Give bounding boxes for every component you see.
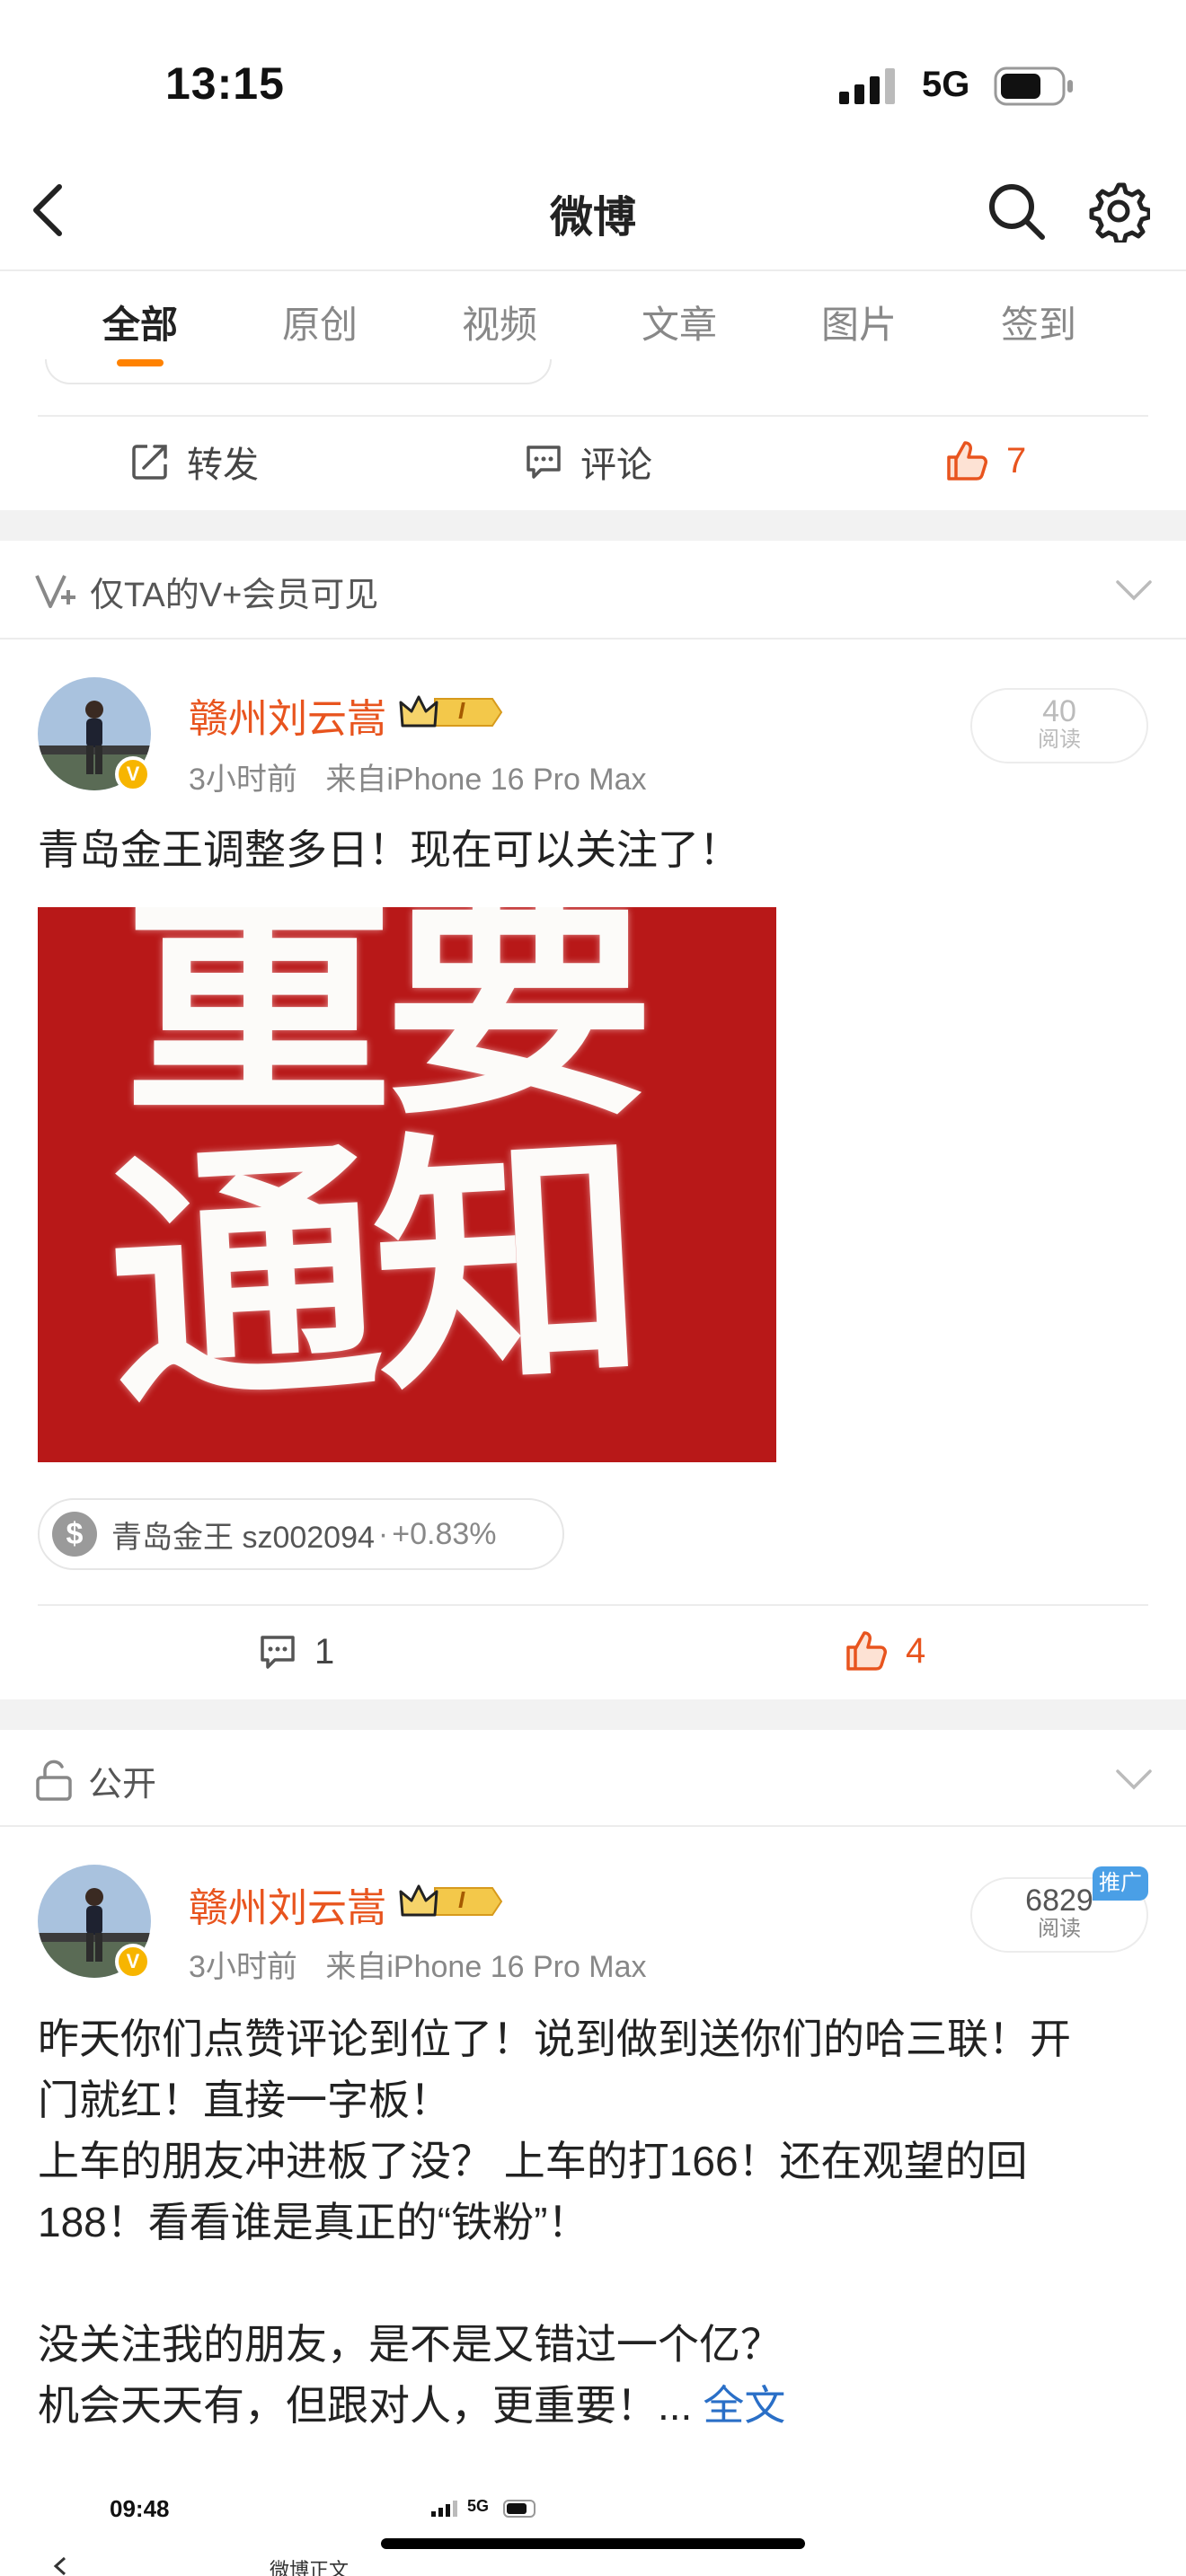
chevron-down-icon[interactable] — [1114, 578, 1154, 602]
scrolled-card-edge — [45, 359, 552, 384]
post-source: 来自iPhone 16 Pro Max — [325, 763, 647, 797]
visibility-label: 公开 — [88, 1765, 157, 1804]
comment-count: 1 — [314, 1631, 335, 1672]
status-time: 13:15 — [165, 58, 285, 109]
username[interactable]: 赣州刘云嵩 — [189, 1875, 386, 1933]
thumbs-up-icon — [846, 1631, 887, 1671]
post-line: 188！看看谁是真正的“铁粉”！ — [38, 2199, 589, 2245]
visibility-row: 仅TA的V+会员可见 — [34, 566, 378, 616]
tab-original[interactable]: 原创 — [266, 295, 374, 349]
tab-video[interactable]: 视频 — [446, 295, 553, 349]
crown-icon — [399, 695, 503, 728]
network-type: 5G — [922, 65, 970, 104]
like-count: 4 — [906, 1630, 926, 1671]
stock-change: +0.83% — [392, 1516, 497, 1551]
post-line: 机会天天有，但跟对人，更重要！... 全文 — [38, 2382, 786, 2429]
home-indicator[interactable] — [381, 2538, 805, 2549]
post-line: 门就红！直接一字板！ — [38, 2077, 451, 2123]
post-image[interactable]: 重要 通知 — [38, 907, 776, 1462]
comment-icon — [261, 1636, 295, 1669]
crown-icon — [399, 1884, 503, 1917]
divider — [38, 1604, 1148, 1606]
level-number: I — [458, 1886, 465, 1913]
post-line: 上车的朋友冲进板了没？ 上车的打166！还在观望的回 — [38, 2138, 1028, 2184]
visibility-label: 仅TA的V+会员可见 — [90, 576, 379, 614]
repost-button[interactable]: 转发 — [131, 438, 259, 485]
post-time: 3小时前 — [189, 1950, 297, 1984]
member-level-badge[interactable]: I — [399, 1881, 503, 1922]
username[interactable]: 赣州刘云嵩 — [189, 686, 386, 744]
tab-article[interactable]: 文章 — [625, 295, 733, 349]
post-line: 昨天你们点赞评论到位了！说到做到送你们的哈三联！开 — [38, 2016, 1071, 2062]
comment-button[interactable]: 1 — [259, 1628, 334, 1676]
stock-name: 青岛金王 sz002094 — [111, 1520, 375, 1555]
vplus-icon — [35, 575, 75, 608]
divider — [0, 638, 1186, 640]
image-text-line2: 通知 — [102, 1100, 646, 1442]
tab-image[interactable]: 图片 — [805, 295, 913, 349]
thumbs-up-icon — [947, 441, 987, 481]
post-meta: 3小时前 来自iPhone 16 Pro Max — [189, 1942, 647, 1986]
promo-badge: 推广 — [1093, 1866, 1148, 1901]
cellular-signal-icon — [839, 68, 895, 104]
read-count-box: 40 阅读 — [970, 688, 1148, 763]
gear-icon[interactable] — [1087, 180, 1150, 243]
embedded-status-time: 09:48 — [110, 2495, 170, 2522]
repost-icon — [132, 445, 167, 480]
divider — [0, 1825, 1186, 1827]
post-time: 3小时前 — [189, 763, 297, 797]
embedded-title: 微博正文 — [270, 2559, 350, 2576]
read-count: 40 — [1042, 694, 1076, 728]
comment-button[interactable]: 评论 — [525, 438, 652, 485]
comment-icon — [527, 446, 561, 479]
post-line: 没关注我的朋友，是不是又错过一个亿？ — [38, 2321, 782, 2368]
embedded-back-icon — [53, 2556, 66, 2576]
member-level-badge[interactable]: I — [399, 692, 503, 733]
level-number: I — [458, 697, 465, 724]
search-icon[interactable] — [985, 180, 1048, 243]
read-label: 阅读 — [1038, 1917, 1081, 1941]
embedded-network: 5G — [467, 2497, 490, 2515]
repost-label: 转发 — [187, 446, 259, 485]
like-button[interactable]: 4 — [845, 1626, 925, 1676]
stock-tag[interactable]: $ 青岛金王 sz002094 · +0.83% — [38, 1498, 564, 1570]
section-gap — [0, 510, 1186, 541]
comment-label: 评论 — [580, 446, 652, 485]
post-text: 青岛金王调整多日！现在可以关注了！ — [38, 826, 740, 873]
visibility-row: 公开 — [34, 1755, 156, 1805]
verified-badge-icon: V — [115, 1944, 151, 1980]
post-line — [38, 2253, 1152, 2314]
unlock-icon — [36, 1760, 72, 1801]
like-count: 7 — [1006, 440, 1027, 481]
post-text: 昨天你们点赞评论到位了！说到做到送你们的哈三联！开 门就红！直接一字板！ 上车的… — [38, 2008, 1152, 2436]
like-button[interactable]: 7 — [945, 437, 1026, 485]
nav-divider — [0, 269, 1186, 271]
dollar-icon: $ — [52, 1512, 97, 1557]
post-source: 来自iPhone 16 Pro Max — [325, 1950, 647, 1984]
section-gap — [0, 1699, 1186, 1730]
battery-icon — [994, 66, 1073, 106]
chevron-down-icon[interactable] — [1114, 1768, 1154, 1791]
read-label: 阅读 — [1038, 728, 1081, 752]
tab-checkin[interactable]: 签到 — [985, 295, 1093, 349]
tab-all[interactable]: 全部 — [86, 295, 194, 349]
full-text-link[interactable]: 全文 — [703, 2382, 785, 2429]
post-meta: 3小时前 来自iPhone 16 Pro Max — [189, 754, 647, 798]
embedded-battery-icon — [503, 2500, 535, 2518]
embedded-signal-icon — [431, 2501, 457, 2517]
verified-badge-icon: V — [115, 756, 151, 792]
divider — [38, 415, 1148, 417]
